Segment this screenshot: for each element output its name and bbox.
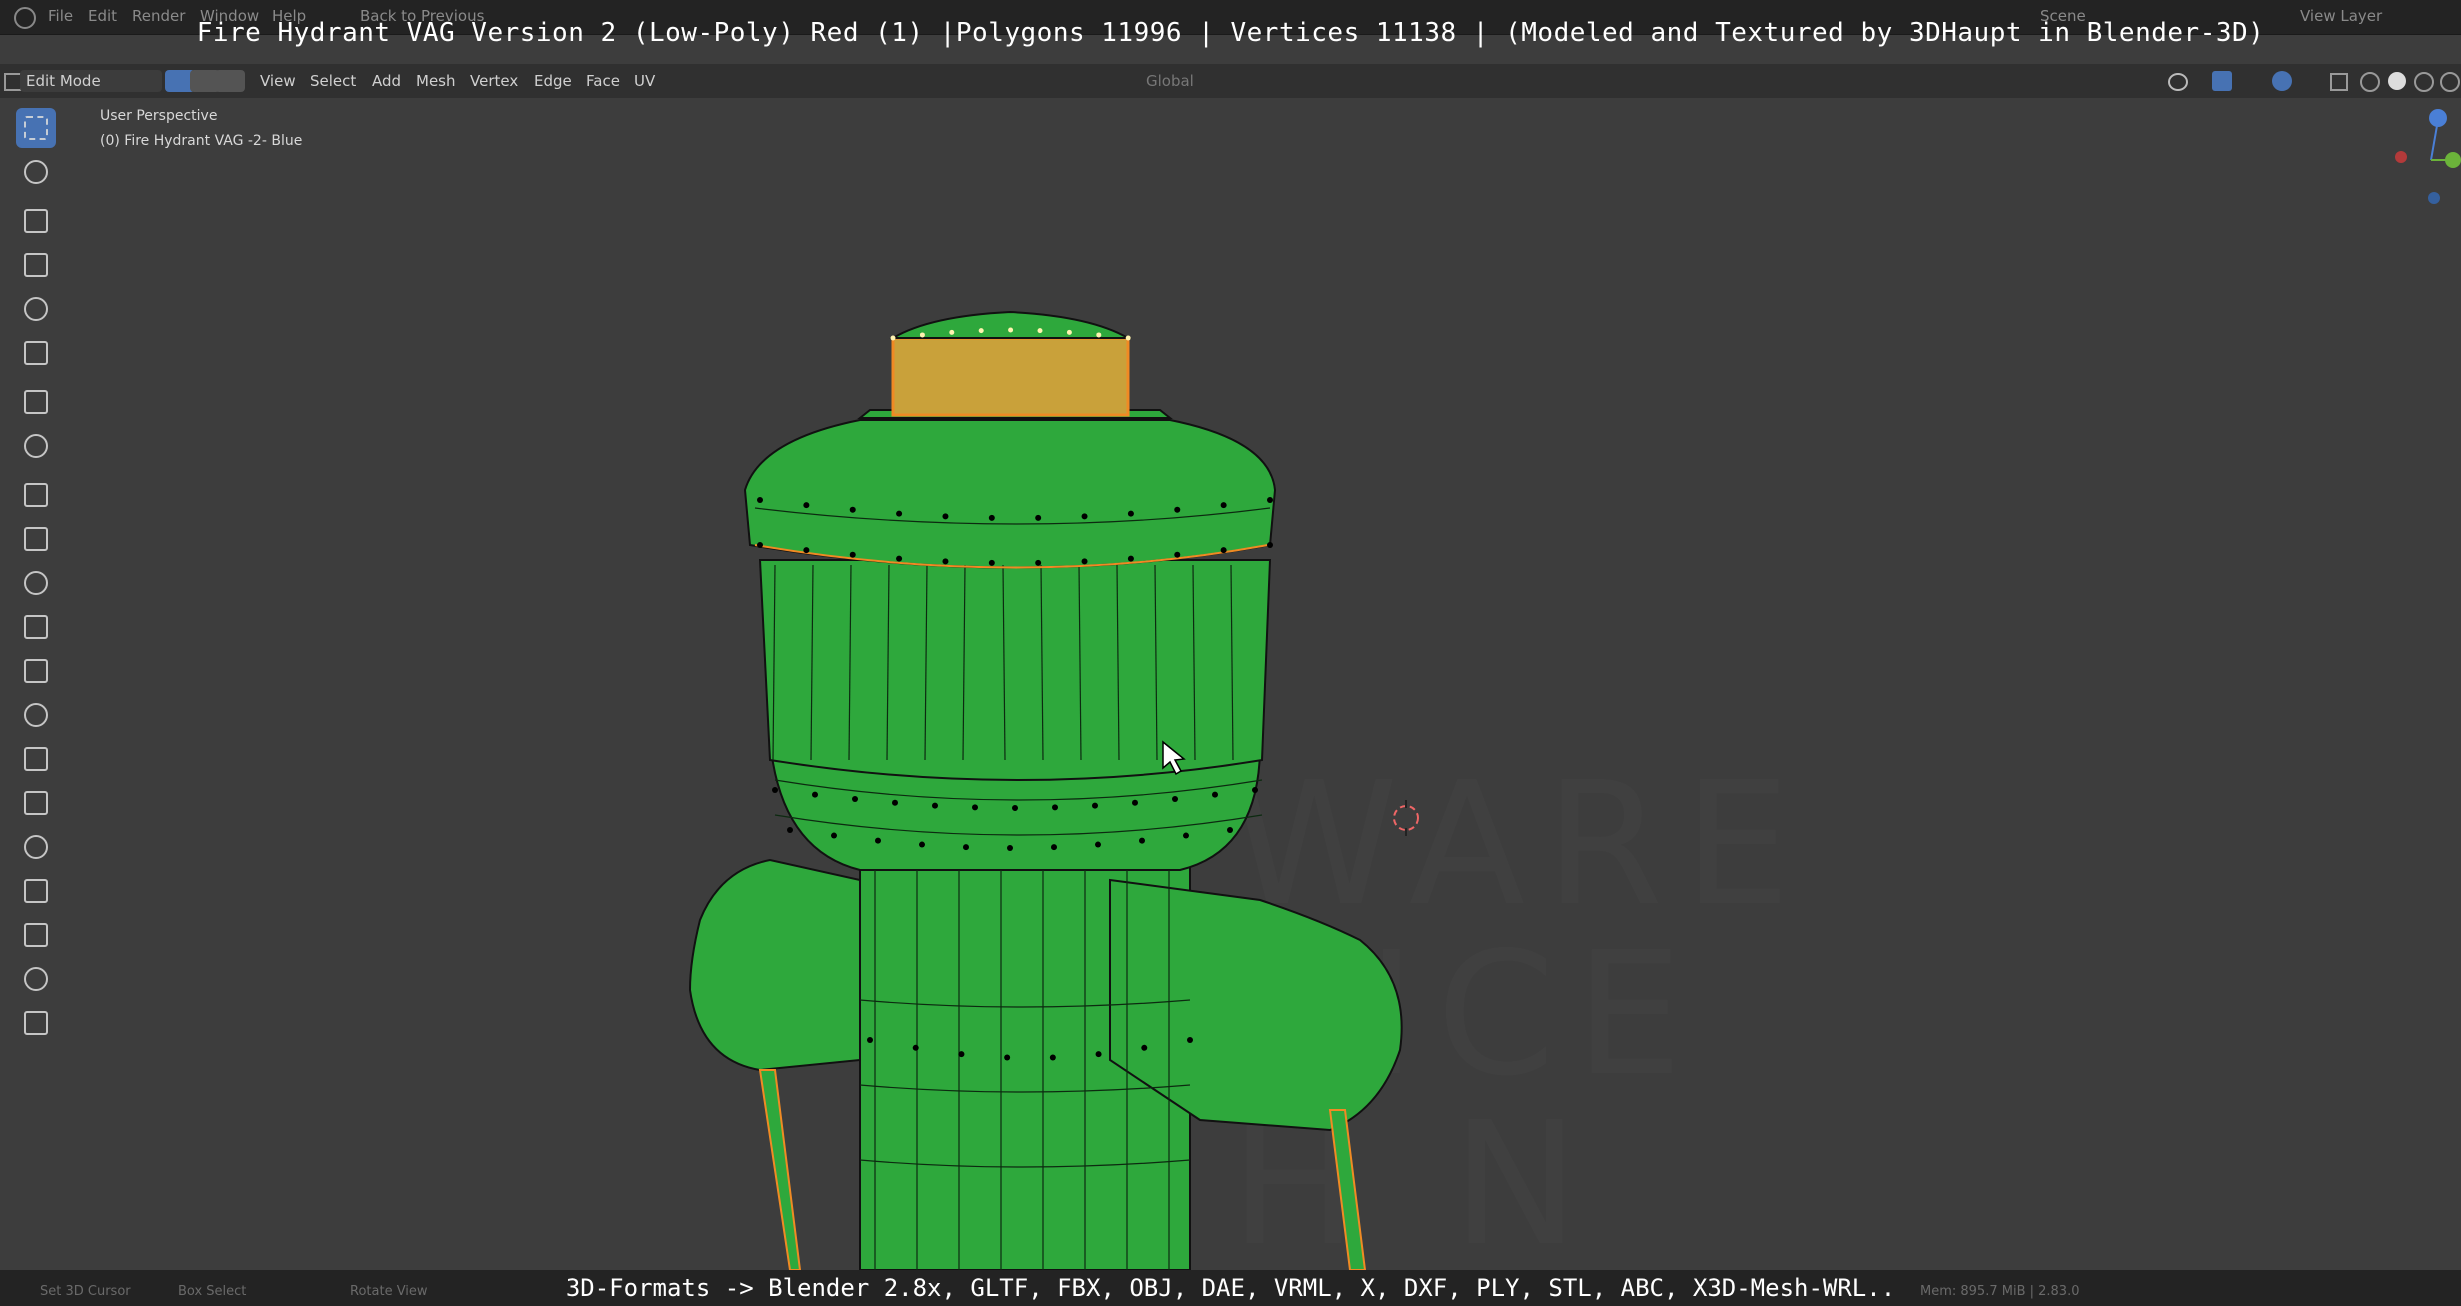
mesh-vertex bbox=[1252, 787, 1258, 793]
left-chain bbox=[758, 1069, 802, 1271]
hydrant-mesh[interactable] bbox=[688, 310, 1403, 1271]
mesh-vertex bbox=[1227, 827, 1233, 833]
mesh-vertex bbox=[803, 547, 810, 554]
bottom-caption: 3D-Formats -> Blender 2.8x, GLTF, FBX, O… bbox=[565, 1274, 1896, 1302]
mesh-vertex bbox=[1267, 497, 1273, 503]
mesh-vertex bbox=[1220, 547, 1227, 554]
mesh-vertex bbox=[875, 837, 881, 844]
mesh-vertex bbox=[1092, 802, 1098, 809]
mesh-vertex bbox=[757, 497, 763, 503]
mesh-vertex bbox=[1127, 555, 1134, 562]
mesh-vertex bbox=[963, 844, 969, 851]
mesh-vertex bbox=[892, 799, 898, 806]
hydrant-mesh-viewport[interactable] bbox=[0, 0, 2461, 1306]
mesh-vertex bbox=[1127, 510, 1134, 517]
mesh-vertex bbox=[1139, 837, 1145, 844]
mesh-vertex bbox=[867, 1037, 873, 1043]
mesh-vertex bbox=[1095, 841, 1101, 848]
mesh-vertex bbox=[849, 506, 856, 513]
selected-vertex bbox=[1066, 329, 1072, 335]
mesh-vertex bbox=[942, 513, 949, 520]
mesh-vertex bbox=[1004, 1054, 1011, 1061]
mesh-vertex bbox=[1220, 502, 1227, 509]
mesh-vertex bbox=[1095, 1051, 1102, 1058]
selected-vertex bbox=[919, 332, 925, 338]
hydrant-left-outlet bbox=[688, 858, 861, 1072]
navigation-gizmo[interactable] bbox=[2391, 100, 2461, 210]
mesh-vertex bbox=[1267, 542, 1273, 548]
hydrant-nut-top bbox=[889, 310, 1132, 339]
mesh-vertex bbox=[1183, 832, 1189, 839]
mesh-vertex bbox=[852, 796, 858, 802]
mesh-vertex bbox=[896, 555, 903, 562]
mesh-vertex bbox=[1081, 558, 1088, 565]
mesh-vertex bbox=[772, 787, 778, 793]
mesh-vertex bbox=[988, 559, 995, 566]
3d-cursor-icon[interactable] bbox=[1393, 800, 1419, 836]
mesh-vertex bbox=[1174, 551, 1181, 558]
mesh-vertex bbox=[1141, 1044, 1148, 1051]
mesh-vertex bbox=[1035, 559, 1042, 566]
mesh-vertex bbox=[1035, 514, 1042, 521]
mesh-vertex bbox=[912, 1044, 919, 1051]
mesh-vertex bbox=[1012, 805, 1018, 811]
mesh-vertex bbox=[1187, 1037, 1193, 1043]
mesh-vertex bbox=[972, 804, 978, 811]
right-chain bbox=[1328, 1109, 1367, 1271]
mesh-vertex bbox=[958, 1051, 965, 1058]
mesh-vertex bbox=[919, 841, 925, 848]
mesh-vertex bbox=[757, 542, 763, 548]
selected-nut-band bbox=[891, 336, 1130, 417]
selected-vertex bbox=[978, 328, 984, 334]
mesh-vertex bbox=[1081, 513, 1088, 520]
mesh-vertex bbox=[1052, 804, 1058, 811]
mesh-vertex bbox=[988, 514, 995, 521]
hydrant-cap-rim bbox=[743, 419, 1277, 569]
selected-vertex bbox=[890, 335, 896, 341]
mesh-vertex bbox=[1212, 791, 1218, 798]
mesh-vertex bbox=[1051, 844, 1057, 851]
selected-vertex bbox=[1037, 328, 1043, 334]
mesh-vertex bbox=[831, 832, 837, 839]
mesh-vertex bbox=[1174, 506, 1181, 513]
mesh-vertex bbox=[1172, 796, 1178, 802]
mesh-vertex bbox=[1007, 845, 1013, 851]
mesh-vertex bbox=[849, 551, 856, 558]
mesh-vertex bbox=[896, 510, 903, 517]
selected-vertex bbox=[1096, 332, 1102, 338]
mesh-vertex bbox=[812, 791, 818, 798]
selected-vertex bbox=[1008, 327, 1014, 333]
selected-vertex bbox=[1125, 335, 1131, 341]
mesh-vertex bbox=[942, 558, 949, 565]
mesh-vertex bbox=[1132, 799, 1138, 806]
mesh-vertex bbox=[1049, 1054, 1056, 1061]
mesh-vertex bbox=[803, 502, 810, 509]
selected-vertex bbox=[949, 329, 955, 335]
mesh-vertex bbox=[787, 827, 793, 833]
mesh-vertex bbox=[932, 802, 938, 809]
